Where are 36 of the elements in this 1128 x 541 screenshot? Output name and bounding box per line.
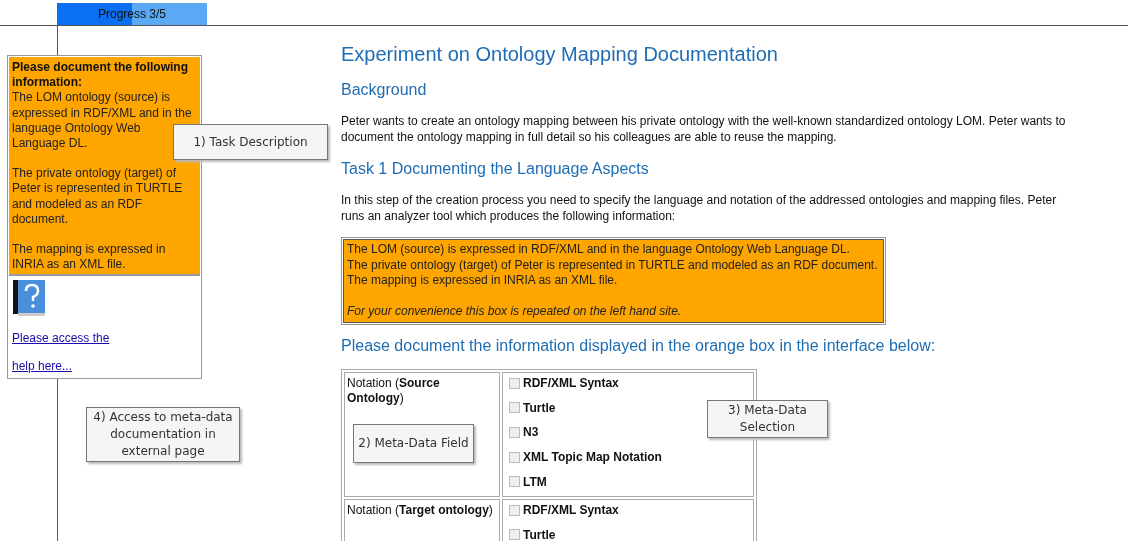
checkbox-option[interactable]: N3 — [509, 420, 539, 445]
annotation-callout: 2) Meta-Data Field — [353, 424, 474, 463]
checkbox[interactable] — [509, 529, 520, 541]
checkbox[interactable] — [509, 402, 520, 414]
info-text: The mapping is expressed in INRIA as an XML file. — [347, 273, 619, 289]
help-link[interactable]: help here... — [12, 359, 73, 374]
checkbox-option[interactable]: LTM — [509, 469, 547, 494]
checkbox[interactable] — [509, 377, 520, 389]
sidebar-text: The mapping is expressed in INRIA as an XML file. — [12, 242, 167, 273]
info-note: For your convenience this box is repeated on the left hand site. — [347, 303, 683, 319]
sidebar-heading: Please document the following information: — [12, 60, 190, 91]
help-book-icon — [12, 279, 46, 318]
form-heading: Please document the information displayed in the orange box in the interface below: — [341, 337, 937, 355]
checkbox-option[interactable]: RDF/XML Syntax — [509, 497, 619, 523]
page-title: Experiment on Ontology Mapping Documentation — [341, 43, 779, 66]
checkbox[interactable] — [509, 451, 520, 463]
checkbox[interactable] — [509, 427, 520, 438]
checkbox-option[interactable]: Turtle — [509, 395, 556, 421]
checkbox-option[interactable]: RDF/XML Syntax — [509, 371, 619, 396]
info-text: The LOM (source) is expressed in RDF/XML and in the language Ontology Web Language DL. — [347, 242, 851, 258]
help-link[interactable]: Please access the — [12, 331, 110, 346]
checkbox-option[interactable]: Turtle — [509, 522, 556, 541]
section-text: In this step of the creation process you need to specify the language and notation of the addressed ontologies and mapping files. Peter runs an analyzer tool which produces the following information: — [341, 192, 1058, 224]
section-text: Peter wants to create an ontology mapping between his private ontology with the well-known standardized ontology LOM. Peter wants to document the ontology mapping in full detail so his colleagues are able to reuse the mapping. — [341, 113, 1067, 145]
progress-label: Progress 3/5 — [97, 7, 166, 21]
info-text: The private ontology (target) of Peter is represented in TURTLE and modeled as an RDF document. — [347, 257, 879, 273]
checkbox[interactable] — [509, 476, 520, 488]
checkbox-option[interactable]: XML Topic Map Notation — [509, 444, 662, 470]
section-heading: Background — [341, 81, 428, 99]
checkbox[interactable] — [509, 504, 520, 516]
annotation-callout: 3) Meta-Data Selection — [707, 400, 828, 438]
field-label: Notation (Target ontology) — [344, 498, 500, 541]
annotation-callout: 4) Access to meta-data documentation in external page — [86, 407, 240, 462]
section-heading: Task 1 Documenting the Language Aspects — [341, 160, 650, 178]
annotation-callout: 1) Task Description — [173, 124, 328, 160]
sidebar-text: The private ontology (target) of Peter is represented in TURTLE and modeled as an RDF document. — [12, 166, 184, 228]
